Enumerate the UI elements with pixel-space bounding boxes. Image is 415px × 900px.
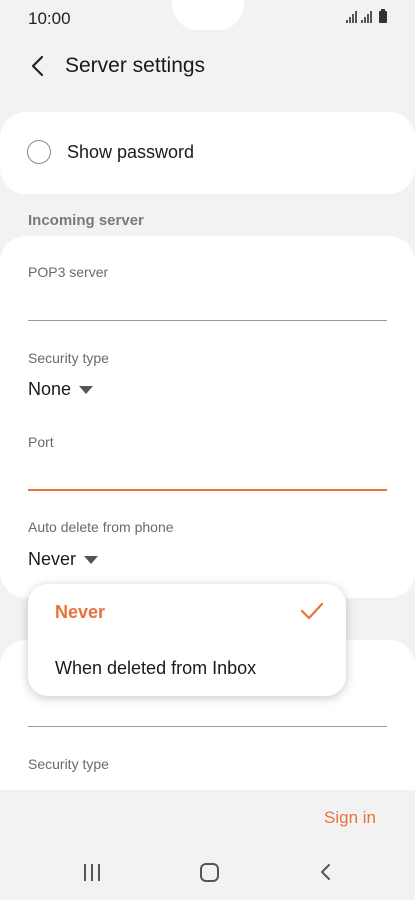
pop3-server-label: POP3 server <box>28 264 109 280</box>
caret-down-icon <box>79 385 94 394</box>
recent-apps-icon[interactable] <box>84 864 100 881</box>
port-underline-focused <box>28 489 387 491</box>
incoming-server-header: Incoming server <box>28 212 144 229</box>
outgoing-field-underline <box>28 726 387 727</box>
security-type-value: None <box>28 379 72 399</box>
back-button[interactable] <box>22 50 54 82</box>
signal-icon <box>346 11 357 23</box>
show-password-row[interactable]: Show password <box>0 112 415 194</box>
auto-delete-label: Auto delete from phone <box>28 519 174 535</box>
pop3-server-underline <box>28 320 387 321</box>
app-bar: Server settings <box>0 40 415 96</box>
navigation-bar <box>0 848 415 900</box>
incoming-server-card: POP3 server Security type None Port Auto… <box>0 236 415 598</box>
camera-notch <box>172 0 244 30</box>
home-icon[interactable] <box>200 863 219 882</box>
caret-down-icon <box>84 555 99 564</box>
back-nav-icon[interactable] <box>316 862 336 882</box>
sign-in-button[interactable]: Sign in <box>324 808 376 828</box>
security-type-label: Security type <box>28 350 109 366</box>
show-password-label: Show password <box>67 142 195 162</box>
dropdown-option-never[interactable]: Never <box>55 602 105 623</box>
chevron-left-icon <box>31 55 44 77</box>
check-icon <box>300 602 324 620</box>
security-type-select[interactable]: None <box>28 379 94 400</box>
battery-icon <box>379 9 387 23</box>
outgoing-security-type-label: Security type <box>28 756 109 772</box>
auto-delete-select[interactable]: Never <box>28 549 99 570</box>
signal-icon-2 <box>361 11 372 23</box>
show-password-radio[interactable] <box>27 140 51 164</box>
port-label: Port <box>28 434 54 450</box>
status-icons <box>346 9 387 23</box>
status-bar: 10:00 <box>0 0 415 36</box>
auto-delete-dropdown: Never When deleted from Inbox <box>28 584 346 696</box>
auto-delete-value: Never <box>28 549 77 569</box>
page-title: Server settings <box>65 54 206 77</box>
port-input[interactable] <box>28 458 387 486</box>
pop3-server-input[interactable] <box>28 290 387 318</box>
dropdown-option-when-deleted[interactable]: When deleted from Inbox <box>55 658 256 679</box>
status-time: 10:00 <box>28 9 71 28</box>
